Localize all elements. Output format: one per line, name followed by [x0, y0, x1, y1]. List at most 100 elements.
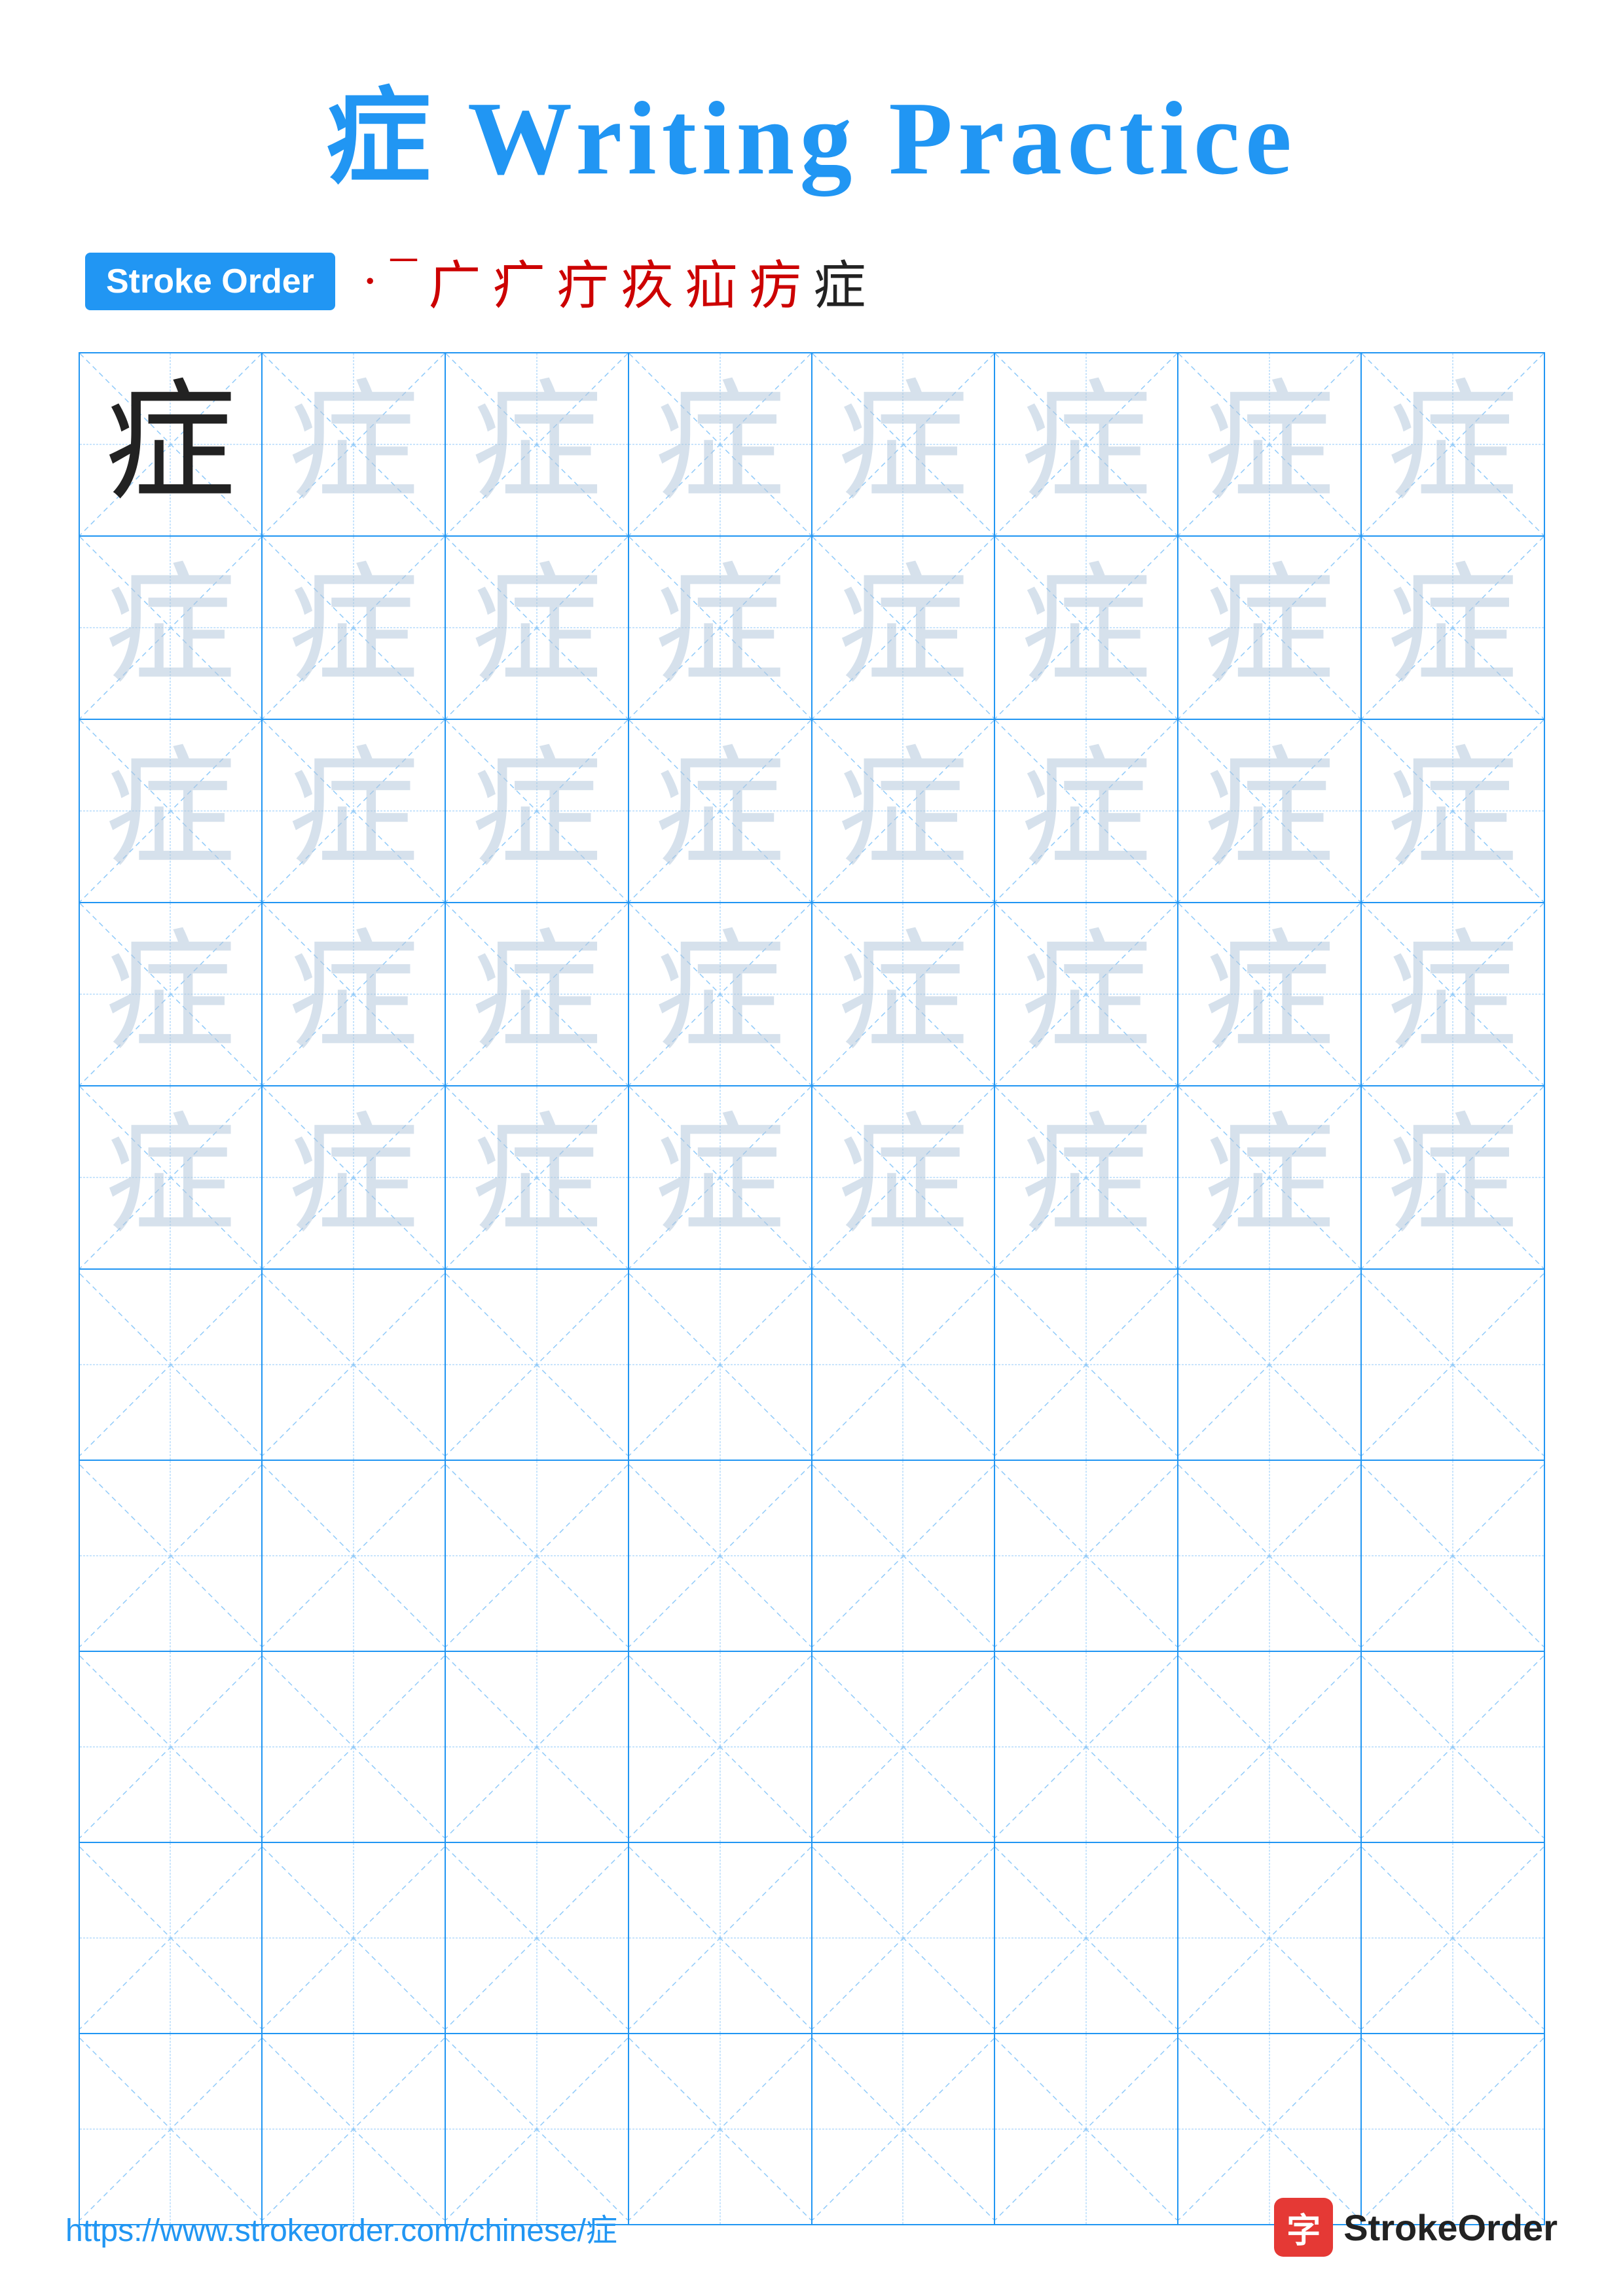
table-row[interactable]: 症	[445, 536, 629, 719]
table-row[interactable]: 症	[1178, 2034, 1361, 2225]
table-row[interactable]: 症	[629, 1842, 812, 2034]
stroke-seq-step-7: 疠	[750, 243, 802, 319]
table-row[interactable]: 症	[262, 353, 445, 536]
grid-character: 症	[105, 2034, 236, 2224]
table-row[interactable]: 症	[1361, 1086, 1544, 1269]
table-row[interactable]: 症	[445, 1269, 629, 1460]
table-row[interactable]: 症	[445, 1651, 629, 1842]
grid-character: 症	[1204, 929, 1335, 1060]
table-row[interactable]: 症	[994, 1651, 1178, 1842]
table-row[interactable]: 症	[812, 1842, 995, 2034]
table-row[interactable]: 症	[994, 719, 1178, 903]
grid-character: 症	[105, 1112, 236, 1243]
table-row[interactable]: 症	[445, 903, 629, 1086]
table-row[interactable]: 症	[994, 1460, 1178, 1651]
table-row[interactable]: 症	[629, 536, 812, 719]
table-row[interactable]: 症	[1361, 1651, 1544, 1842]
table-row[interactable]: 症	[994, 1269, 1178, 1460]
table-row[interactable]: 症	[629, 2034, 812, 2225]
table-row[interactable]: 症	[1361, 1460, 1544, 1651]
table-row[interactable]: 症	[1178, 719, 1361, 903]
table-row[interactable]: 症	[1178, 353, 1361, 536]
table-row[interactable]: 症	[629, 903, 812, 1086]
page: 症 Writing Practice Stroke Order ·¯广疒疔疚疝疠…	[0, 0, 1623, 2296]
grid-character: 症	[105, 1461, 236, 1651]
table-row[interactable]: 症	[79, 719, 263, 903]
table-row[interactable]: 症	[629, 1086, 812, 1269]
table-row[interactable]: 症	[262, 1086, 445, 1269]
table-row[interactable]: 症	[262, 2034, 445, 2225]
table-row[interactable]: 症	[79, 1269, 263, 1460]
table-row[interactable]: 症	[812, 1651, 995, 1842]
table-row[interactable]: 症	[629, 1651, 812, 1842]
stroke-seq-step-3: 疒	[493, 243, 545, 319]
table-row[interactable]: 症	[79, 1460, 263, 1651]
table-row[interactable]: 症	[812, 1269, 995, 1460]
table-row[interactable]: 症	[994, 536, 1178, 719]
table-row[interactable]: 症	[994, 353, 1178, 536]
table-row[interactable]: 症	[79, 536, 263, 719]
table-row[interactable]: 症	[262, 1460, 445, 1651]
table-row[interactable]: 症	[79, 2034, 263, 2225]
table-row[interactable]: 症	[812, 719, 995, 903]
table-row[interactable]: 症	[994, 1842, 1178, 2034]
table-row[interactable]: 症	[629, 1269, 812, 1460]
table-row[interactable]: 症	[445, 1086, 629, 1269]
table-row[interactable]: 症	[262, 1651, 445, 1842]
table-row[interactable]: 症	[262, 719, 445, 903]
table-row[interactable]: 症	[1178, 536, 1361, 719]
grid-character: 症	[1204, 1112, 1335, 1243]
grid-character: 症	[1204, 2034, 1335, 2224]
table-row[interactable]: 症	[1178, 1651, 1361, 1842]
grid-character: 症	[655, 562, 786, 693]
table-row[interactable]: 症	[1361, 2034, 1544, 2225]
table-row[interactable]: 症	[79, 1842, 263, 2034]
table-row[interactable]: 症	[1361, 536, 1544, 719]
grid-character: 症	[655, 2034, 786, 2224]
table-row[interactable]: 症	[1178, 1086, 1361, 1269]
grid-character: 症	[1021, 1270, 1152, 1460]
table-row[interactable]: 症	[629, 719, 812, 903]
grid-character: 症	[288, 562, 419, 693]
table-row[interactable]: 症	[812, 1460, 995, 1651]
table-row[interactable]: 症	[79, 353, 263, 536]
table-row[interactable]: 症	[994, 1086, 1178, 1269]
table-row[interactable]: 症	[1361, 1842, 1544, 2034]
table-row[interactable]: 症	[812, 353, 995, 536]
table-row[interactable]: 症	[262, 536, 445, 719]
grid-character: 症	[471, 1270, 602, 1460]
grid-character: 症	[837, 1270, 968, 1460]
table-row[interactable]: 症	[1178, 1842, 1361, 2034]
table-row[interactable]: 症	[994, 2034, 1178, 2225]
table-row[interactable]: 症	[994, 903, 1178, 1086]
table-row[interactable]: 症	[1361, 719, 1544, 903]
table-row[interactable]: 症	[629, 353, 812, 536]
table-row[interactable]: 症	[445, 719, 629, 903]
table-row[interactable]: 症	[812, 903, 995, 1086]
table-row[interactable]: 症	[812, 2034, 995, 2225]
table-row[interactable]: 症	[1178, 903, 1361, 1086]
table-row[interactable]: 症	[79, 1086, 263, 1269]
table-row[interactable]: 症	[1361, 903, 1544, 1086]
table-row[interactable]: 症	[262, 1269, 445, 1460]
table-row[interactable]: 症	[1178, 1269, 1361, 1460]
table-row[interactable]: 症	[812, 536, 995, 719]
table-row[interactable]: 症	[445, 2034, 629, 2225]
table-row[interactable]: 症	[445, 1460, 629, 1651]
stroke-seq-step-4: 疔	[557, 243, 610, 319]
table-row[interactable]: 症	[445, 353, 629, 536]
table-row[interactable]: 症	[1361, 1269, 1544, 1460]
table-row[interactable]: 症	[629, 1460, 812, 1651]
table-row[interactable]: 症	[79, 903, 263, 1086]
table-row[interactable]: 症	[812, 1086, 995, 1269]
table-row[interactable]: 症	[262, 1842, 445, 2034]
grid-character: 症	[1387, 1270, 1518, 1460]
table-row[interactable]: 症	[262, 903, 445, 1086]
grid-character: 症	[471, 1112, 602, 1243]
grid-character: 症	[837, 1843, 968, 2033]
grid-character: 症	[655, 379, 786, 510]
table-row[interactable]: 症	[1178, 1460, 1361, 1651]
table-row[interactable]: 症	[1361, 353, 1544, 536]
table-row[interactable]: 症	[79, 1651, 263, 1842]
table-row[interactable]: 症	[445, 1842, 629, 2034]
